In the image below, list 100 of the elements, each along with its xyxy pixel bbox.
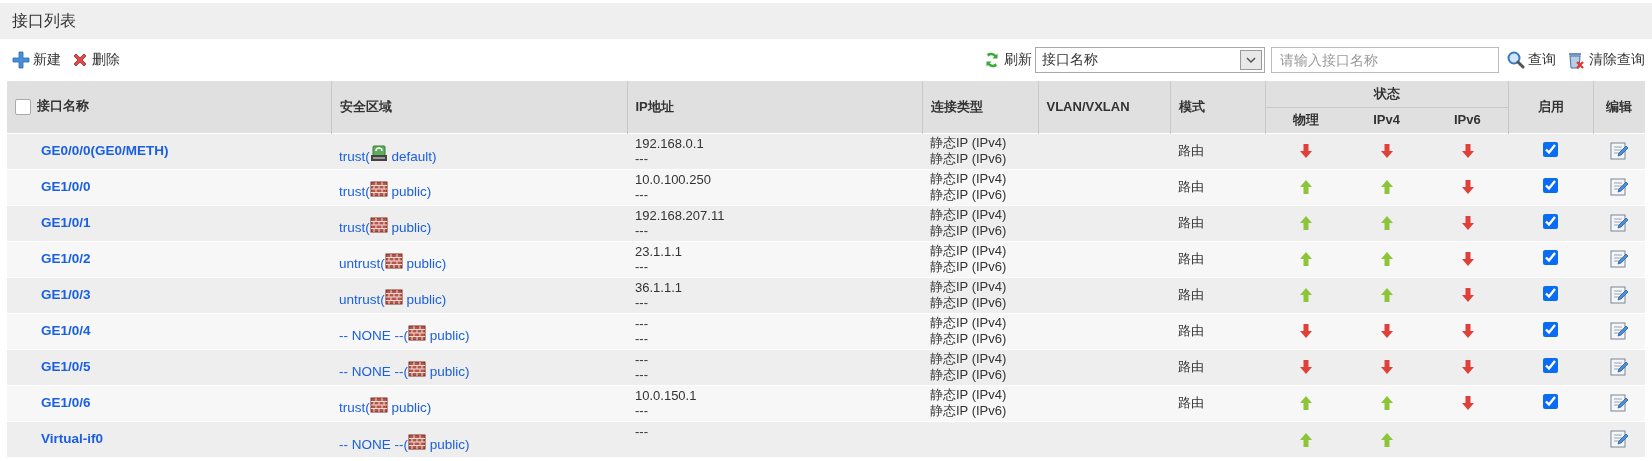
brick-wall-icon [408, 361, 426, 378]
interface-link[interactable]: GE1/0/1 [41, 214, 91, 230]
column-header: VLAN/VXLAN [1046, 98, 1130, 114]
enable-checkbox[interactable] [1543, 249, 1558, 265]
zone-link[interactable]: untrust( public) [339, 292, 447, 308]
interface-link[interactable]: GE1/0/2 [41, 250, 91, 266]
interface-link[interactable]: GE1/0/6 [41, 394, 91, 410]
ip-address: --- [635, 223, 649, 239]
column-header: IPv6 [1453, 112, 1481, 128]
connection-type: 静态IP (IPv4) [930, 243, 1008, 259]
column-header: 状态 [1373, 85, 1400, 101]
ip-address: --- [635, 351, 649, 368]
interface-link[interactable]: GE1/0/5 [41, 358, 91, 374]
zone-link[interactable]: trust( public) [339, 400, 432, 416]
mode-text: 路由 [1178, 143, 1204, 159]
column-header: 启用 [1537, 98, 1564, 114]
mode-text: 路由 [1178, 287, 1204, 303]
connection-type: 静态IP (IPv4) [930, 207, 1008, 223]
select-all-checkbox[interactable] [15, 99, 31, 116]
zone-link[interactable]: -- NONE --( public) [339, 436, 470, 452]
edit-button[interactable] [1609, 141, 1629, 161]
enable-checkbox[interactable] [1543, 357, 1558, 373]
zone-link[interactable]: trust( public) [339, 184, 432, 200]
ip-address: --- [635, 295, 649, 311]
interface-link[interactable]: GE1/0/3 [41, 286, 91, 302]
refresh-button[interactable]: 刷新 [983, 49, 1032, 71]
column-header: 安全区域 [339, 98, 392, 114]
ip-address: 10.0.150.1 [635, 387, 698, 404]
ip-address: --- [635, 151, 649, 167]
enable-checkbox[interactable] [1543, 213, 1558, 229]
column-header: 物理 [1292, 112, 1319, 128]
connection-type: 静态IP (IPv6) [930, 403, 1008, 419]
enable-checkbox[interactable] [1543, 393, 1558, 409]
mode-text: 路由 [1178, 215, 1204, 231]
connection-type: 静态IP (IPv6) [930, 151, 1008, 167]
zone-link[interactable]: -- NONE --( public) [339, 364, 470, 380]
edit-icon [1609, 357, 1629, 377]
ip-address: --- [635, 367, 649, 383]
edit-button[interactable] [1609, 429, 1629, 450]
brick-wall-icon [408, 433, 426, 450]
interface-link[interactable]: GE0/0/0(GE0/METH) [41, 142, 169, 158]
column-header: IP地址 [635, 98, 674, 114]
new-button[interactable]: 新建 [12, 49, 61, 71]
edit-button[interactable] [1609, 393, 1629, 413]
connection-type: 静态IP (IPv6) [930, 259, 1008, 275]
edit-button[interactable] [1609, 285, 1629, 305]
ip-address: --- [635, 331, 649, 347]
enable-checkbox[interactable] [1543, 177, 1558, 193]
connection-type: 静态IP (IPv6) [930, 367, 1008, 383]
ip-address: --- [635, 315, 649, 332]
ip-address: 192.168.207.11 [635, 207, 726, 224]
edit-button[interactable] [1609, 249, 1629, 269]
zone-link[interactable]: trust( default) [339, 148, 437, 164]
interface-link[interactable]: GE1/0/0 [41, 178, 91, 194]
column-header: 模式 [1178, 98, 1205, 114]
clear-search-button[interactable]: 清除查询 [1566, 49, 1645, 71]
zone-link[interactable]: untrust( public) [339, 256, 447, 272]
mode-text: 路由 [1178, 359, 1204, 375]
edit-icon [1609, 177, 1629, 197]
enable-checkbox[interactable] [1543, 141, 1558, 157]
brick-wall-icon [369, 181, 388, 198]
ip-address: --- [635, 187, 649, 203]
edit-button[interactable] [1609, 213, 1629, 233]
zone-link[interactable]: -- NONE --( public) [339, 328, 470, 344]
edit-icon [1609, 285, 1629, 305]
mode-text: 路由 [1178, 323, 1204, 339]
filter-dropdown[interactable]: 接口名称 [1035, 47, 1265, 73]
close-icon [71, 51, 89, 69]
search-button[interactable]: 查询 [1507, 49, 1556, 71]
trash-icon [1566, 51, 1586, 69]
page-title: 接口列表 [12, 11, 76, 31]
mode-text: 路由 [1178, 179, 1204, 195]
brick-wall-icon [369, 217, 388, 234]
ip-address: --- [635, 423, 649, 440]
interface-link[interactable]: GE1/0/4 [41, 322, 91, 338]
connection-type: 静态IP (IPv4) [930, 279, 1008, 295]
zone-link[interactable]: trust( public) [339, 220, 432, 236]
edit-icon [1609, 249, 1629, 269]
connection-type: 静态IP (IPv6) [930, 223, 1008, 239]
search-field[interactable]: 请输入接口名称 [1271, 47, 1499, 73]
brick-wall-icon [384, 289, 403, 306]
edit-icon [1609, 429, 1629, 450]
column-header: IPv4 [1373, 112, 1400, 128]
enable-checkbox[interactable] [1543, 285, 1558, 301]
ip-address: --- [635, 403, 649, 419]
column-header: 连接类型 [930, 98, 983, 114]
device-icon [369, 144, 388, 162]
interface-link[interactable]: Virtual-if0 [41, 431, 103, 447]
ip-address: 23.1.1.1 [635, 243, 683, 260]
brick-wall-icon [408, 325, 426, 342]
connection-type: 静态IP (IPv6) [930, 187, 1008, 203]
delete-button[interactable]: 删除 [71, 49, 120, 71]
enable-checkbox[interactable] [1543, 321, 1558, 337]
column-header: 接口名称 [37, 98, 89, 114]
edit-button[interactable] [1609, 177, 1629, 197]
edit-button[interactable] [1609, 357, 1629, 377]
connection-type: 静态IP (IPv6) [930, 295, 1008, 311]
edit-button[interactable] [1609, 321, 1629, 341]
connection-type: 静态IP (IPv4) [930, 315, 1008, 331]
ip-address: 36.1.1.1 [635, 279, 683, 296]
